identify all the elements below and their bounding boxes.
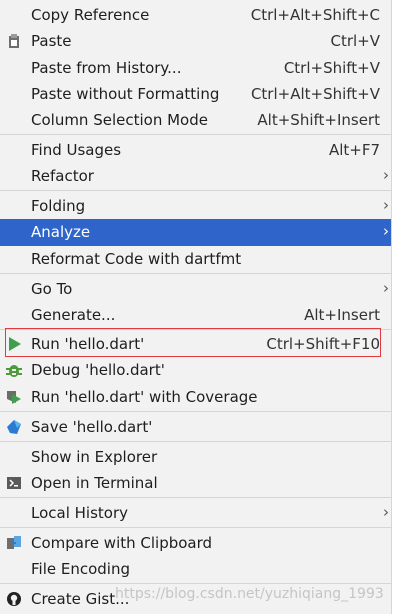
- watermark: https://blog.csdn.net/yuzhiqiang_1993: [115, 586, 384, 602]
- menu-item-label: Show in Explorer: [31, 448, 158, 466]
- menu-item-label: Paste without Formatting: [31, 85, 220, 103]
- terminal-icon: [6, 475, 22, 491]
- menu-item-shortcut: Ctrl+Alt+Shift+V: [250, 85, 380, 103]
- menu-item-find-usages[interactable]: Find Usages Alt+F7: [0, 137, 391, 163]
- menu-item-label: File Encoding: [31, 560, 130, 578]
- menu-item-label: Folding: [31, 197, 86, 215]
- editor-edge: [392, 0, 396, 614]
- menu-separator: [0, 527, 391, 528]
- menu-item-label: Debug 'hello.dart': [31, 361, 165, 379]
- menu-item-save[interactable]: Save 'hello.dart': [0, 414, 391, 440]
- coverage-icon: [6, 389, 22, 405]
- menu-item-go-to[interactable]: Go To ›: [0, 276, 391, 302]
- github-icon: [6, 591, 22, 607]
- menu-item-compare-with-clipboard[interactable]: Compare with Clipboard: [0, 530, 391, 556]
- submenu-arrow-icon: ›: [383, 503, 389, 521]
- menu-item-paste-from-history[interactable]: Paste from History... Ctrl+Shift+V: [0, 55, 391, 81]
- menu-item-label: Run 'hello.dart' with Coverage: [31, 388, 258, 406]
- menu-separator: [0, 497, 391, 498]
- menu-item-local-history[interactable]: Local History ›: [0, 500, 391, 526]
- menu-item-reformat-code[interactable]: Reformat Code with dartfmt: [0, 246, 391, 272]
- menu-item-shortcut: Ctrl+Alt+Shift+C: [250, 6, 380, 24]
- menu-item-label: Reformat Code with dartfmt: [31, 250, 242, 268]
- menu-item-refactor[interactable]: Refactor ›: [0, 163, 391, 189]
- menu-item-column-selection-mode[interactable]: Column Selection Mode Alt+Shift+Insert: [0, 107, 391, 133]
- menu-item-label: Generate...: [31, 306, 116, 324]
- menu-item-folding[interactable]: Folding ›: [0, 193, 391, 219]
- menu-item-shortcut: Ctrl+Shift+V: [283, 59, 380, 77]
- menu-item-shortcut: Ctrl+V: [330, 32, 380, 50]
- menu-item-shortcut: Alt+Shift+Insert: [257, 111, 380, 129]
- menu-item-paste[interactable]: Paste Ctrl+V: [0, 28, 391, 54]
- menu-item-label: Compare with Clipboard: [31, 534, 213, 552]
- submenu-arrow-icon: ›: [383, 196, 389, 214]
- menu-item-file-encoding[interactable]: File Encoding: [0, 556, 391, 582]
- submenu-arrow-icon: ›: [383, 279, 389, 297]
- menu-separator: [0, 583, 391, 584]
- menu-separator: [0, 441, 391, 442]
- menu-item-open-in-terminal[interactable]: Open in Terminal: [0, 470, 391, 496]
- menu-item-label: Column Selection Mode: [31, 111, 208, 129]
- menu-item-show-in-explorer[interactable]: Show in Explorer: [0, 444, 391, 470]
- menu-item-analyze[interactable]: Analyze ›: [0, 219, 391, 246]
- menu-item-label: Analyze: [31, 223, 91, 241]
- debug-icon: [6, 362, 22, 378]
- menu-item-label: Paste from History...: [31, 59, 182, 77]
- clipboard-icon: [6, 33, 22, 49]
- menu-separator: [0, 411, 391, 412]
- dart-icon: [6, 419, 22, 435]
- menu-item-shortcut: Alt+Insert: [304, 306, 380, 324]
- submenu-arrow-icon: ›: [383, 222, 389, 240]
- highlight-box: [5, 328, 381, 357]
- menu-item-copy-reference[interactable]: Copy Reference Ctrl+Alt+Shift+C: [0, 2, 391, 28]
- menu-item-label: Copy Reference: [31, 6, 150, 24]
- menu-separator: [0, 273, 391, 274]
- menu-item-debug[interactable]: Debug 'hello.dart': [0, 357, 391, 383]
- menu-item-label: Find Usages: [31, 141, 122, 159]
- menu-item-label: Paste: [31, 32, 72, 50]
- submenu-arrow-icon: ›: [383, 166, 389, 184]
- menu-item-label: Open in Terminal: [31, 474, 158, 492]
- compare-icon: [6, 535, 22, 551]
- menu-item-label: Go To: [31, 280, 73, 298]
- menu-item-shortcut: Alt+F7: [328, 141, 380, 159]
- menu-item-label: Local History: [31, 504, 129, 522]
- menu-separator: [0, 190, 391, 191]
- menu-item-label: Refactor: [31, 167, 94, 185]
- menu-item-paste-without-formatting[interactable]: Paste without Formatting Ctrl+Alt+Shift+…: [0, 81, 391, 107]
- menu-separator: [0, 134, 391, 135]
- menu-item-generate[interactable]: Generate... Alt+Insert: [0, 302, 391, 328]
- context-menu: Copy Reference Ctrl+Alt+Shift+C Paste Ct…: [0, 0, 392, 614]
- menu-item-label: Save 'hello.dart': [31, 418, 153, 436]
- menu-item-run-with-coverage[interactable]: Run 'hello.dart' with Coverage: [0, 384, 391, 410]
